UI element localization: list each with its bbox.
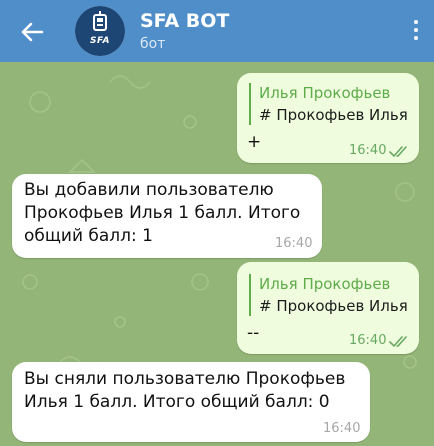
message-line: Вы добавили пользователю [24,180,274,200]
message-outgoing[interactable]: Илья Прокофьев # Прокофьев Илья -- 16:40 [237,262,419,354]
message-time: 16:40 [349,333,387,348]
read-checkmarks-icon [389,146,407,158]
chat-area[interactable]: Илья Прокофьев # Прокофьев Илья + 16:40 … [0,62,434,446]
chat-title[interactable]: SFA BOT [140,10,229,32]
quote-author: Илья Прокофьев [259,275,391,293]
message-time: 16:40 [349,143,387,158]
quote-author: Илья Прокофьев [259,84,391,102]
chat-subtitle: бот [140,36,166,52]
reply-quote[interactable]: Илья Прокофьев # Прокофьев Илья [249,274,408,316]
message-text: Вы сняли пользователю Прокофьев Илья 1 б… [24,368,368,414]
message-time: 16:40 [275,236,313,251]
quote-text: # Прокофьев Илья [259,297,408,315]
avatar-logo-text: SFA [90,36,110,46]
message-incoming[interactable]: Вы добавили пользователю Прокофьев Илья … [12,174,322,258]
message-time: 16:40 [323,421,361,436]
bot-avatar[interactable]: SFA [75,6,125,56]
back-arrow-icon[interactable] [18,18,46,46]
message-line: Вы сняли пользователю Прокофьев [24,369,346,389]
more-menu-icon[interactable] [412,20,420,42]
message-text: + [247,132,262,152]
message-line: Илья 1 балл. Итого общий балл: 0 [24,392,330,412]
read-checkmarks-icon [389,336,407,348]
message-text: -- [247,323,260,343]
quote-text: # Прокофьев Илья [259,106,408,124]
reply-quote[interactable]: Илья Прокофьев # Прокофьев Илья [249,83,408,125]
chat-header: SFA SFA BOT бот [0,0,434,62]
message-incoming[interactable]: Вы сняли пользователю Прокофьев Илья 1 б… [12,362,370,442]
message-line: Прокофьев Илья 1 балл. Итого [24,203,301,223]
message-outgoing[interactable]: Илья Прокофьев # Прокофьев Илья + 16:40 [237,73,419,163]
robot-icon [93,11,107,31]
